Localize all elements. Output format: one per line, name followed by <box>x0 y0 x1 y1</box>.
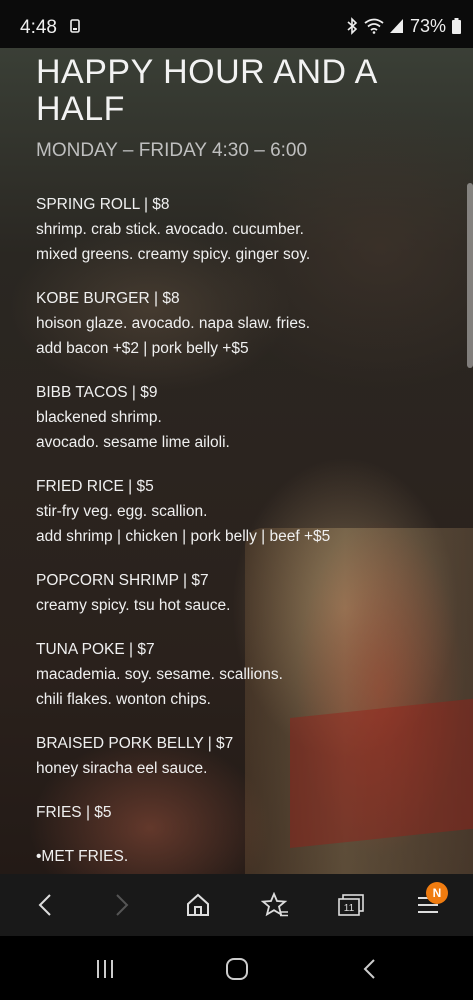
page-subtitle: MONDAY – FRIDAY 4:30 – 6:00 <box>36 140 308 161</box>
menu-item-description: add shrimp | chicken | pork belly | beef… <box>36 528 331 545</box>
status-bar: 4:48 73% <box>0 0 473 48</box>
menu-item-title: SPRING ROLL | $8 <box>36 196 170 213</box>
menu-item: FRIES | $5 <box>36 800 456 825</box>
menu-item: FRIED RICE | $5 stir-fry veg. egg. scalli… <box>36 474 456 549</box>
menu-item-description: mixed greens. creamy spicy. ginger soy. <box>36 246 311 263</box>
back-button-icon[interactable] <box>355 954 385 984</box>
back-icon[interactable] <box>28 888 62 922</box>
menu-item: KOBE BURGER | $8 hoison glaze. avocado. n… <box>36 286 456 361</box>
notification-icon <box>70 19 81 34</box>
menu-item-title: BRAISED PORK BELLY | $7 <box>36 735 234 752</box>
menu-item-title: FRIES | $5 <box>36 804 112 821</box>
page-title: HAPPY HOUR AND A HALF <box>36 53 376 128</box>
menu-item-description: chili flakes. wonton chips. <box>36 691 211 708</box>
menu-item: BIBB TACOS | $9 blackened shrimp. avocado.… <box>36 380 456 455</box>
wifi-icon <box>364 18 384 34</box>
status-icons: 73% <box>346 15 461 37</box>
tabs-count: 11 <box>344 903 355 914</box>
web-page: HAPPY HOUR AND A HALF MONDAY – FRIDAY 4:… <box>0 48 473 874</box>
menu-item-title: TUNA POKE | $7 <box>36 641 155 658</box>
status-time: 4:48 <box>20 17 57 38</box>
menu-item-title: •MET FRIES. <box>36 848 129 865</box>
menu-badge: N <box>426 882 448 904</box>
signal-icon <box>389 19 404 33</box>
menu-list: SPRING ROLL | $8 shrimp. crab stick. avoc… <box>36 192 456 874</box>
scrollbar[interactable] <box>467 183 473 368</box>
forward-icon[interactable] <box>105 888 139 922</box>
menu-item-description: honey siracha eel sauce. <box>36 760 208 777</box>
menu-item: BRAISED PORK BELLY | $7 honey siracha eel… <box>36 731 456 781</box>
bluetooth-icon <box>346 17 358 35</box>
menu-item-description: macademia. soy. sesame. scallions. <box>36 666 283 683</box>
menu-item-description: shrimp. crab stick. avocado. cucumber. <box>36 221 304 238</box>
menu-item: •MET FRIES.smoke jalapeño aioli <box>36 844 456 874</box>
menu-item-title: FRIED RICE | $5 <box>36 478 154 495</box>
menu-item-title: BIBB TACOS | $9 <box>36 384 158 401</box>
menu-item: POPCORN SHRIMP | $7 creamy spicy. tsu hot… <box>36 568 456 618</box>
bookmarks-icon[interactable] <box>258 888 292 922</box>
browser-toolbar: 11 <box>0 874 473 936</box>
menu-item: TUNA POKE | $7 macademia. soy. sesame. sc… <box>36 637 456 712</box>
menu-item: SPRING ROLL | $8 shrimp. crab stick. avoc… <box>36 192 456 267</box>
menu-item-description: hoison glaze. avocado. napa slaw. fries. <box>36 315 311 332</box>
menu-item-description: avocado. sesame lime ailoli. <box>36 434 230 451</box>
menu-item-description: stir-fry veg. egg. scallion. <box>36 503 208 520</box>
home-button-icon[interactable] <box>222 954 252 984</box>
battery-icon <box>452 18 461 34</box>
menu-item-title: POPCORN SHRIMP | $7 <box>36 572 209 589</box>
tabs-icon[interactable]: 11 <box>334 888 368 922</box>
system-nav-bar <box>0 936 473 1000</box>
menu-item-title: KOBE BURGER | $8 <box>36 290 180 307</box>
recent-apps-icon[interactable] <box>90 954 120 984</box>
menu-item-description: creamy spicy. tsu hot sauce. <box>36 597 231 614</box>
menu-item-description: add bacon +$2 | pork belly +$5 <box>36 340 249 357</box>
home-icon[interactable] <box>181 888 215 922</box>
menu-item-description: blackened shrimp. <box>36 409 162 426</box>
battery-text: 73% <box>409 15 446 36</box>
